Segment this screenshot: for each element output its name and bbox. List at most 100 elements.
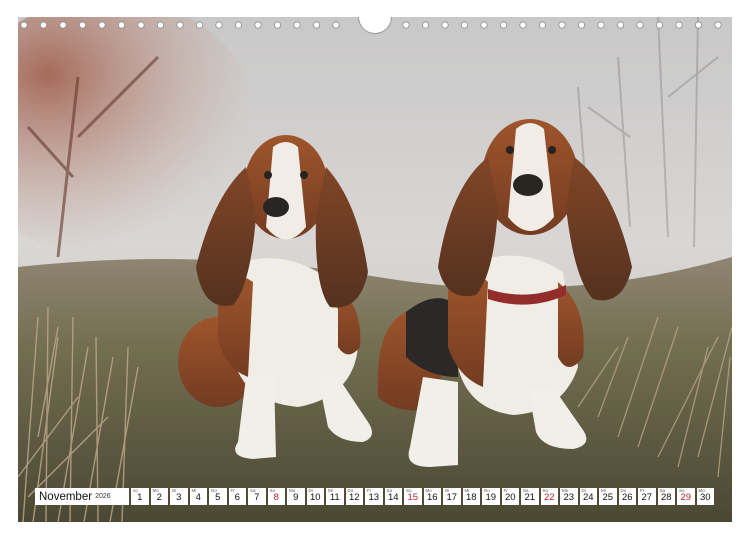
day-number: 26 [621, 492, 633, 503]
day-cell: Mo 9 [287, 488, 305, 505]
calendar-strip: November 2026 so 1 Mo 2 Di 3 Mi 4 Do 5 Fr 6 Sa 7 So 8 Mo… [35, 488, 714, 505]
day-cell: Mi 25 [599, 488, 617, 505]
day-cell: Fr 20 [501, 488, 519, 505]
day-cell: So 22 [540, 488, 558, 505]
binding-hole [499, 21, 508, 29]
day-number: 12 [348, 492, 360, 503]
binding-hole [460, 21, 469, 29]
day-number: 30 [699, 492, 711, 503]
day-number: 19 [485, 492, 497, 503]
day-number: 20 [504, 492, 516, 503]
day-number: 9 [293, 492, 299, 503]
binding-hole [577, 21, 586, 29]
day-cell: Fr 6 [228, 488, 246, 505]
binding-hole [234, 21, 243, 29]
binding-hole [312, 21, 321, 29]
calendar-page: November 2026 so 1 Mo 2 Di 3 Mi 4 Do 5 Fr 6 Sa 7 So 8 Mo… [0, 0, 750, 540]
day-cell: Di 17 [443, 488, 461, 505]
binding-hole [441, 21, 449, 29]
binding-hole [714, 21, 722, 29]
binding-hole [538, 21, 547, 29]
binding-hole [176, 21, 184, 29]
binding-hole [402, 21, 410, 29]
day-cell: Sa 7 [248, 488, 266, 505]
day-number: 14 [387, 492, 399, 503]
day-cell: Mo 16 [423, 488, 441, 505]
binding-hole [519, 21, 527, 29]
binding-hole [117, 21, 126, 29]
day-number: 29 [680, 492, 692, 503]
photo-illustration [18, 17, 732, 522]
binding-hole [332, 21, 340, 29]
day-number: 10 [309, 492, 321, 503]
day-number: 17 [446, 492, 458, 503]
day-number: 25 [602, 492, 614, 503]
day-cell: Mi 4 [189, 488, 207, 505]
day-cell: Di 24 [579, 488, 597, 505]
day-cell: Mo 2 [150, 488, 168, 505]
binding-hole [636, 21, 644, 29]
binding-hole [655, 21, 664, 29]
day-cell: Do 26 [618, 488, 636, 505]
day-cell: Do 5 [209, 488, 227, 505]
day-number: 21 [524, 492, 536, 503]
binding-hole [78, 21, 87, 29]
month-year: 2026 [95, 493, 111, 500]
day-number: 3 [176, 492, 182, 503]
binding-hole [480, 21, 488, 29]
day-cell: Sa 14 [384, 488, 402, 505]
day-cell: Do 12 [345, 488, 363, 505]
binding-hole [137, 21, 145, 29]
day-number: 7 [254, 492, 260, 503]
day-cell: Di 3 [170, 488, 188, 505]
day-cell: Fr 27 [638, 488, 656, 505]
day-number: 27 [641, 492, 653, 503]
day-cell: Mo 30 [696, 488, 714, 505]
photo-basset-hounds [18, 17, 732, 522]
day-number: 6 [234, 492, 240, 503]
binding-hole [98, 21, 106, 29]
binding-hole [597, 21, 605, 29]
day-number: 22 [543, 492, 555, 503]
month-label: November 2026 [35, 488, 129, 505]
binding-hole [215, 21, 223, 29]
binding-hole [273, 21, 282, 29]
day-cell: Sa 21 [521, 488, 539, 505]
day-cell: So 15 [404, 488, 422, 505]
day-number: 2 [156, 492, 162, 503]
day-number: 23 [563, 492, 575, 503]
day-number: 24 [582, 492, 594, 503]
binding-hole [39, 21, 48, 29]
day-cell: Fr 13 [365, 488, 383, 505]
binding-hole [675, 21, 683, 29]
day-number: 1 [137, 492, 143, 503]
day-cell: Di 10 [306, 488, 324, 505]
day-number: 11 [329, 492, 340, 503]
day-cell: so 1 [131, 488, 149, 505]
day-cell: Sa 28 [657, 488, 675, 505]
day-number: 4 [195, 492, 201, 503]
day-cell: Mo 23 [560, 488, 578, 505]
day-cell: Do 19 [482, 488, 500, 505]
binding-hole [694, 21, 703, 29]
binding-hole [59, 21, 67, 29]
binding-hole [616, 21, 625, 29]
binding-hole [254, 21, 262, 29]
binding-hole [421, 21, 430, 29]
day-number: 18 [465, 492, 477, 503]
day-number: 8 [273, 492, 279, 503]
day-number: 15 [407, 492, 419, 503]
binding-hole [156, 21, 165, 29]
binding-hole [558, 21, 566, 29]
day-cell: So 29 [677, 488, 695, 505]
day-number: 5 [215, 492, 221, 503]
binding-hole [293, 21, 301, 29]
day-cell: Mi 18 [462, 488, 480, 505]
binding-hole [195, 21, 204, 29]
month-name: November [39, 490, 93, 503]
binding-hole [20, 21, 28, 29]
day-number: 28 [660, 492, 672, 503]
day-cell: So 8 [267, 488, 285, 505]
day-cell: Mi 11 [326, 488, 344, 505]
day-number: 13 [368, 492, 380, 503]
